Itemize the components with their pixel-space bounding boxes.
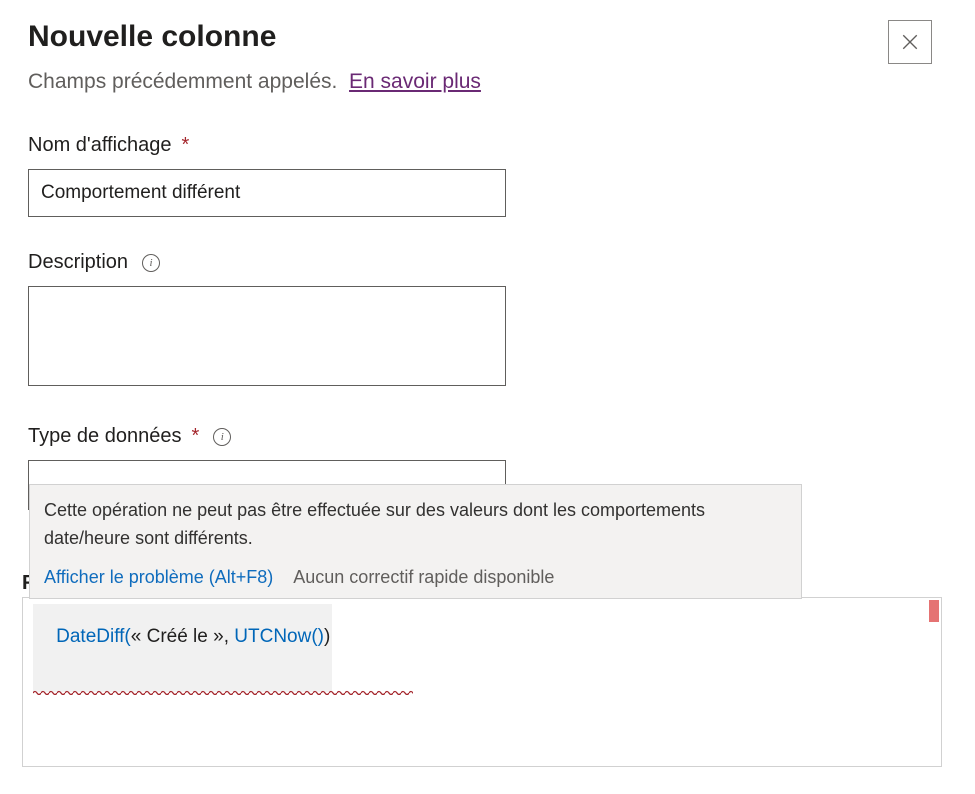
- panel-subtitle: Champs précédemment appelés. En savoir p…: [28, 70, 932, 94]
- data-type-label: Type de données * i: [28, 425, 932, 448]
- description-input[interactable]: [28, 286, 506, 386]
- info-icon[interactable]: i: [142, 254, 160, 272]
- description-label: Description i: [28, 251, 932, 274]
- formula-fn: DateDiff(: [56, 626, 131, 647]
- formula-editor[interactable]: DateDiff(« Créé le », UTCNow()): [22, 597, 942, 767]
- description-label-text: Description: [28, 251, 128, 274]
- minimap-error-marker[interactable]: [929, 600, 939, 622]
- display-name-label-text: Nom d'affichage: [28, 134, 172, 157]
- data-type-label-text: Type de données: [28, 425, 181, 448]
- formula-sep: ,: [224, 626, 235, 647]
- error-squiggle: [33, 690, 413, 695]
- panel-divider: [963, 0, 975, 794]
- required-asterisk: *: [182, 134, 190, 157]
- close-button[interactable]: [888, 20, 932, 64]
- subtitle-text: Champs précédemment appelés.: [28, 70, 337, 93]
- close-icon: [901, 33, 919, 51]
- formula-close: ): [324, 626, 330, 647]
- show-problem-link[interactable]: Afficher le problème (Alt+F8): [44, 567, 273, 588]
- formula-content: DateDiff(« Créé le », UTCNow()): [33, 604, 332, 692]
- error-tooltip: Cette opération ne peut pas être effectu…: [29, 484, 802, 599]
- panel-title: Nouvelle colonne: [28, 20, 276, 54]
- formula-arg1: « Créé le »: [131, 626, 224, 647]
- learn-more-link[interactable]: En savoir plus: [349, 70, 481, 93]
- display-name-label: Nom d'affichage *: [28, 134, 932, 157]
- formula-fn2: UTCNow(): [234, 626, 324, 647]
- no-quickfix-hint: Aucun correctif rapide disponible: [293, 567, 554, 588]
- error-message: Cette opération ne peut pas être effectu…: [44, 497, 787, 553]
- required-asterisk: *: [191, 425, 199, 448]
- display-name-input[interactable]: [28, 169, 506, 217]
- info-icon[interactable]: i: [213, 428, 231, 446]
